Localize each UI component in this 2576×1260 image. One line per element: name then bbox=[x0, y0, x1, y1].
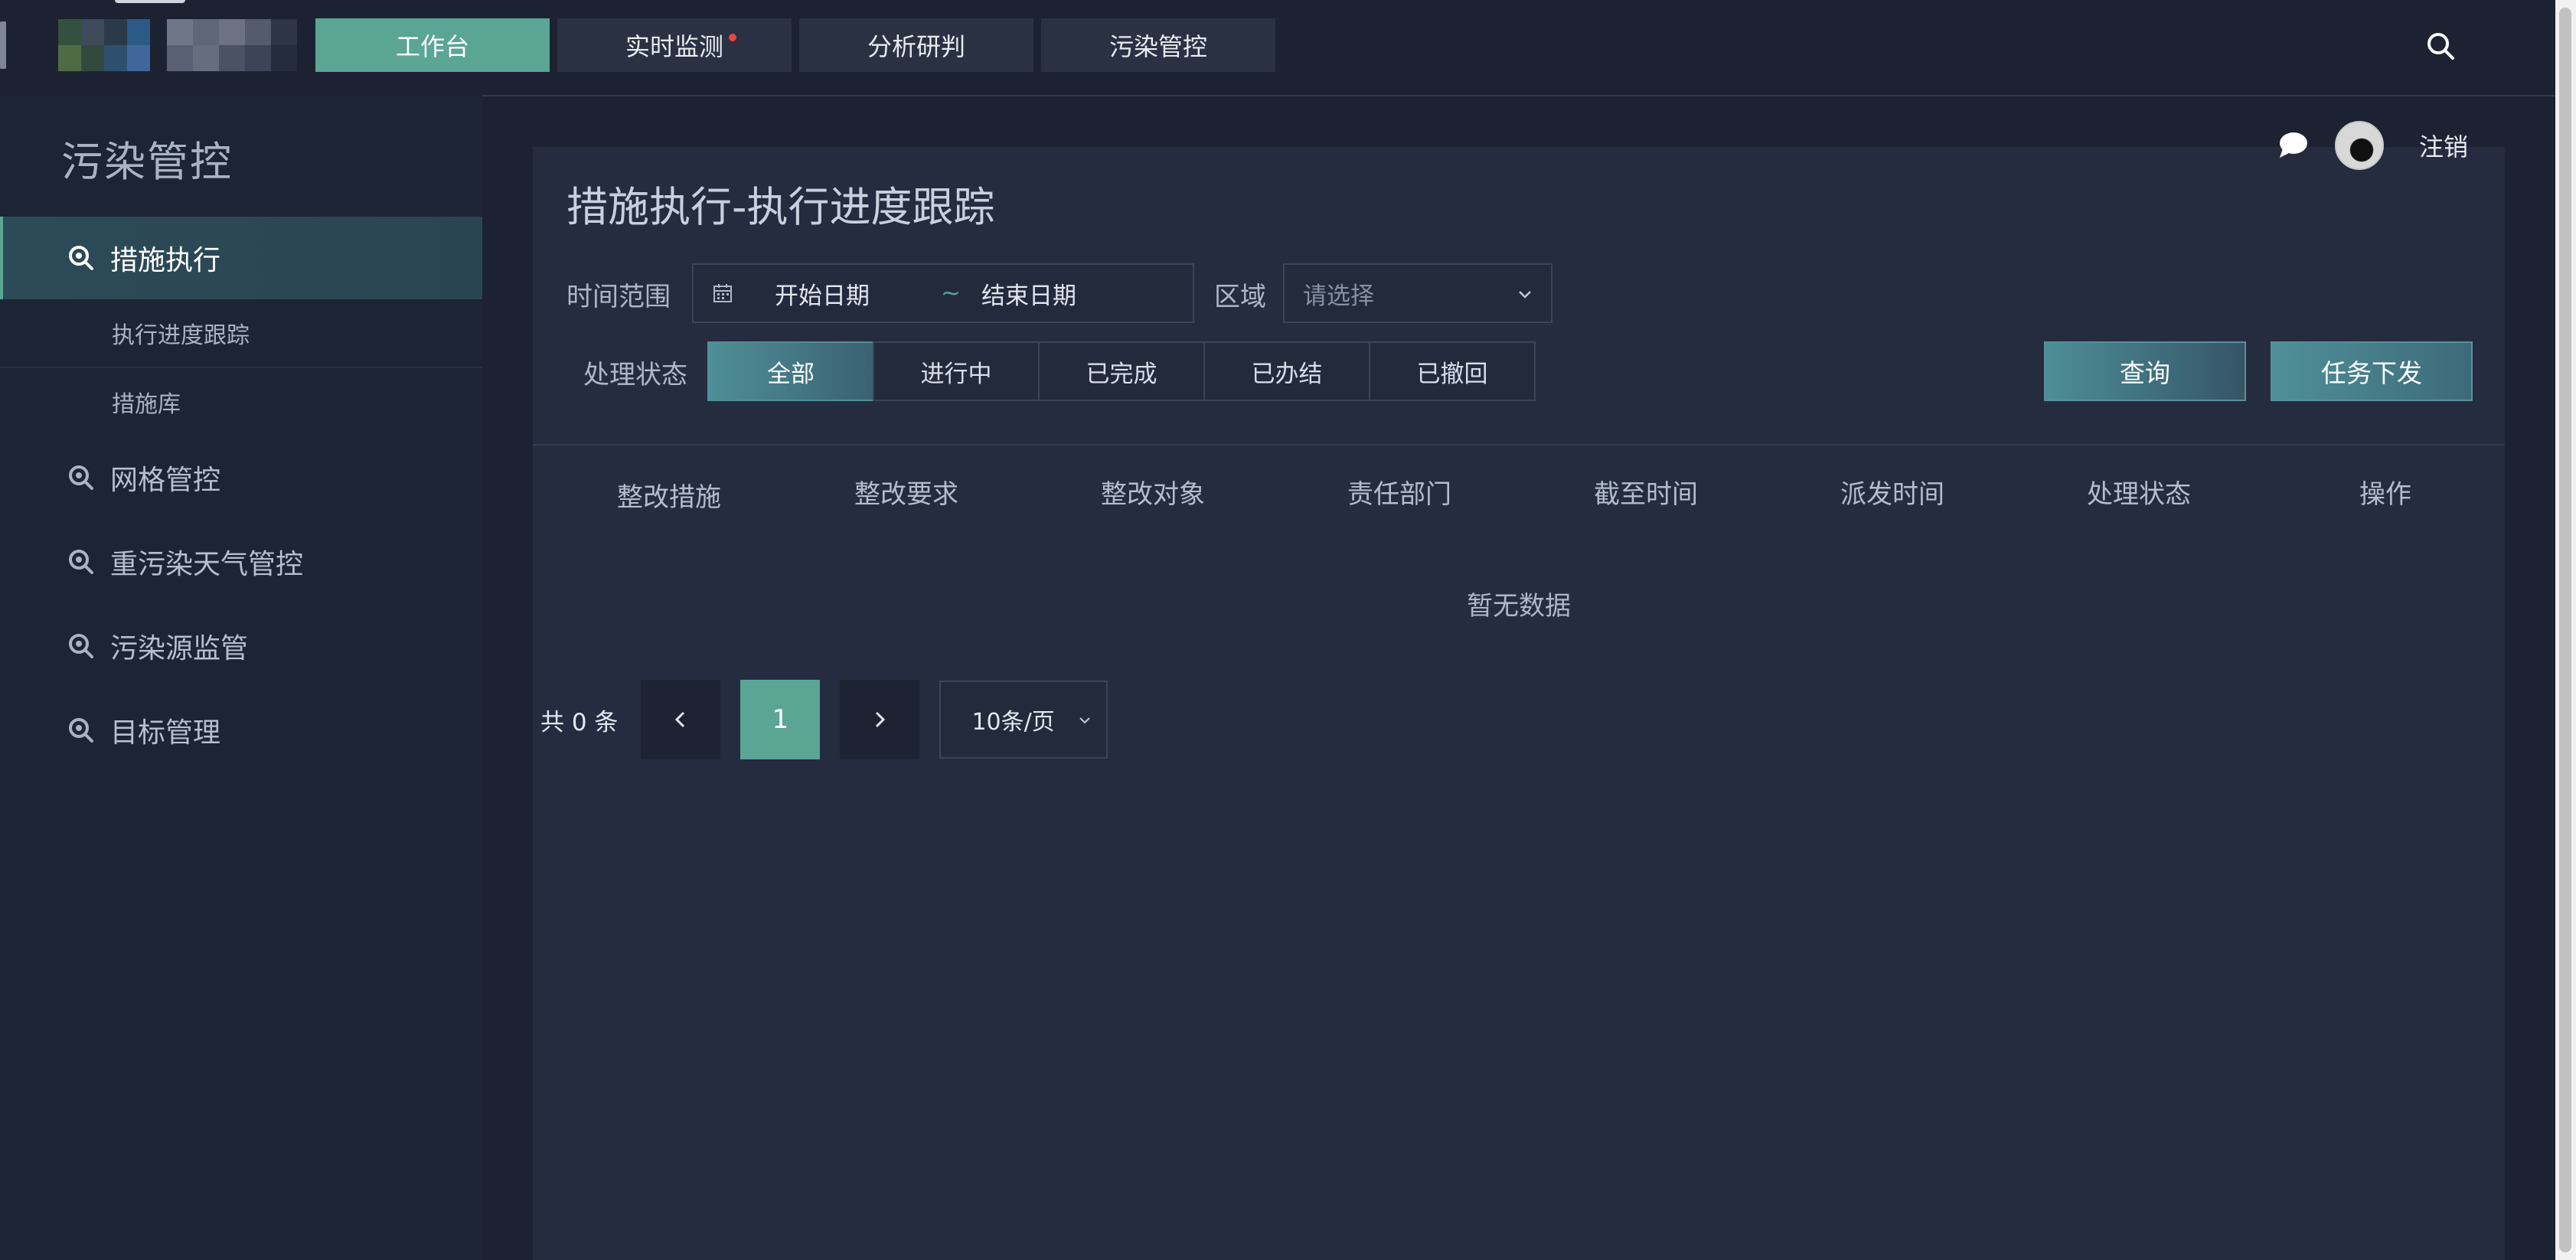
sidebar-item-heavy-pollution-weather[interactable]: 重污染天气管控 bbox=[0, 521, 482, 603]
sidebar-item-target-management[interactable]: 目标管理 bbox=[0, 689, 482, 772]
search-target-icon bbox=[69, 465, 93, 490]
page-size-select[interactable]: 10条/页 bbox=[939, 681, 1108, 759]
region-select[interactable]: 请选择 bbox=[1283, 263, 1552, 323]
top-bar: 工作台 实时监测 分析研判 污染管控 bbox=[0, 0, 2576, 96]
search-target-icon bbox=[69, 246, 93, 270]
search-target-icon bbox=[69, 718, 93, 743]
column-header: 整改措施 bbox=[617, 482, 721, 513]
status-filter-group: 全部 进行中 已完成 已办结 已撤回 bbox=[707, 341, 1536, 401]
panel-divider bbox=[533, 444, 2505, 446]
notification-dot bbox=[729, 34, 736, 41]
scrollbar-thumb[interactable] bbox=[2559, 8, 2571, 1252]
nav-tab-label: 实时监测 bbox=[625, 32, 723, 61]
status-option-all[interactable]: 全部 bbox=[707, 341, 874, 401]
sidebar-item-grid-control[interactable]: 网格管控 bbox=[0, 436, 482, 519]
column-header: 处理状态 bbox=[2087, 479, 2191, 510]
page-number[interactable]: 1 bbox=[740, 680, 821, 759]
column-header: 责任部门 bbox=[1347, 479, 1451, 510]
status-option-withdrawn[interactable]: 已撤回 bbox=[1369, 341, 1536, 401]
logout-link[interactable]: 注销 bbox=[2419, 128, 2468, 163]
sidebar-item-label: 目标管理 bbox=[110, 717, 221, 749]
nav-tab-workbench[interactable]: 工作台 bbox=[315, 18, 550, 72]
sidebar: 污染管控 措施执行 执行进度跟踪 措施库 网格管控 重污染天气管控 污染源监管 … bbox=[0, 96, 482, 1260]
logo-image bbox=[58, 19, 150, 71]
user-area: 注销 bbox=[2277, 121, 2468, 170]
sidebar-subitem-progress-tracking[interactable]: 执行进度跟踪 bbox=[0, 299, 482, 367]
nav-tab-pollution-control[interactable]: 污染管控 bbox=[1041, 18, 1275, 72]
status-option-in-progress[interactable]: 进行中 bbox=[873, 341, 1040, 401]
search-icon[interactable] bbox=[2424, 29, 2457, 63]
time-range-label: 时间范围 bbox=[566, 282, 671, 312]
chevron-down-icon bbox=[1519, 291, 1531, 299]
date-range-picker[interactable]: 开始日期 ~ 结束日期 bbox=[692, 263, 1194, 323]
start-date-input[interactable]: 开始日期 bbox=[775, 276, 928, 311]
sidebar-item-label: 重污染天气管控 bbox=[110, 549, 304, 580]
status-option-completed[interactable]: 已完成 bbox=[1038, 341, 1205, 401]
search-target-icon bbox=[69, 550, 93, 574]
avatar[interactable] bbox=[2335, 121, 2384, 170]
sidebar-subitem-measure-library[interactable]: 措施库 bbox=[0, 368, 482, 436]
date-separator: ~ bbox=[941, 279, 961, 307]
query-button[interactable]: 查询 bbox=[2044, 341, 2246, 401]
sidebar-item-pollution-source[interactable]: 污染源监管 bbox=[0, 605, 482, 687]
chevron-right-icon bbox=[876, 711, 886, 728]
table-empty-text: 暂无数据 bbox=[1467, 591, 1571, 622]
main-nav: 工作台 实时监测 分析研判 污染管控 bbox=[315, 18, 1275, 72]
column-header: 派发时间 bbox=[1840, 479, 1944, 510]
logo-mark bbox=[0, 21, 6, 69]
table-header: 整改措施 整改要求 整改对象 责任部门 截至时间 派发时间 处理状态 操作 bbox=[533, 473, 2505, 519]
logo[interactable] bbox=[0, 14, 297, 77]
sidebar-item-measure-execution[interactable]: 措施执行 bbox=[0, 217, 482, 299]
dispatch-task-button[interactable]: 任务下发 bbox=[2271, 341, 2473, 401]
nav-tab-label: 分析研判 bbox=[867, 32, 965, 61]
page-title: 措施执行-执行进度跟踪 bbox=[566, 183, 995, 231]
nav-tab-realtime-monitoring[interactable]: 实时监测 bbox=[557, 18, 792, 72]
main-panel: 措施执行-执行进度跟踪 时间范围 开始日期 ~ 结束日期 区域 请选择 处理状态… bbox=[533, 147, 2505, 1260]
chevron-down-icon bbox=[1079, 717, 1091, 724]
search-target-icon bbox=[69, 634, 93, 658]
region-select-placeholder: 请选择 bbox=[1303, 282, 1374, 310]
sidebar-subitem-label: 措施库 bbox=[112, 391, 181, 418]
sidebar-item-label: 措施执行 bbox=[110, 245, 221, 276]
page-size-value: 10条/页 bbox=[971, 709, 1055, 736]
prev-page-button[interactable] bbox=[641, 680, 721, 759]
sidebar-subitem-label: 执行进度跟踪 bbox=[112, 322, 250, 349]
logo-cap bbox=[115, 0, 185, 3]
nav-tab-analysis[interactable]: 分析研判 bbox=[799, 18, 1033, 72]
message-icon[interactable] bbox=[2277, 130, 2309, 161]
nav-tab-label: 污染管控 bbox=[1108, 32, 1207, 61]
pagination: 共 0 条 1 10条/页 bbox=[540, 680, 1108, 759]
status-label: 处理状态 bbox=[583, 360, 687, 390]
column-header: 整改要求 bbox=[854, 479, 958, 510]
chevron-left-icon bbox=[675, 711, 685, 728]
calendar-icon bbox=[713, 284, 732, 302]
end-date-input[interactable]: 结束日期 bbox=[981, 276, 1076, 311]
sidebar-item-label: 污染源监管 bbox=[110, 633, 249, 664]
sidebar-title: 污染管控 bbox=[61, 138, 233, 186]
column-header: 操作 bbox=[2359, 479, 2411, 510]
status-option-closed[interactable]: 已办结 bbox=[1203, 341, 1370, 401]
region-label: 区域 bbox=[1214, 282, 1266, 312]
column-header: 截至时间 bbox=[1594, 479, 1698, 510]
column-header: 整改对象 bbox=[1101, 479, 1205, 510]
next-page-button[interactable] bbox=[840, 680, 920, 759]
top-divider bbox=[482, 95, 2555, 96]
sidebar-item-label: 网格管控 bbox=[110, 465, 221, 496]
logo-text-image bbox=[167, 19, 297, 71]
total-count: 共 0 条 bbox=[540, 708, 619, 736]
nav-tab-label: 工作台 bbox=[395, 32, 469, 61]
